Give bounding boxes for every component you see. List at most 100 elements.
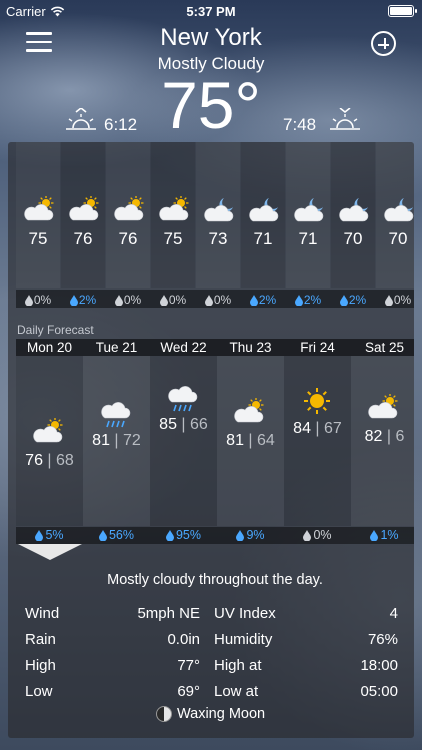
hourly-precip-value: 0% (168, 293, 187, 307)
hourly-item: 71 (286, 142, 330, 288)
daily-precip: 95% (150, 528, 217, 542)
daily-precip: 56% (83, 528, 150, 542)
hourly-icon (22, 195, 58, 221)
partly-cloudy-day-icon (159, 195, 189, 221)
hourly-icon (247, 196, 283, 222)
partly-cloudy-night-icon (294, 198, 324, 222)
day-summary: Mostly cloudy throughout the day. (107, 572, 323, 588)
hourly-item: 70 (331, 142, 375, 288)
daily-high-low: 76 | 68 (25, 452, 74, 469)
sun-icon (304, 388, 330, 414)
hourly-precip-value: 0% (123, 293, 142, 307)
daily-high-low: 81 | 64 (226, 432, 275, 449)
daily-icon (31, 417, 67, 448)
day-name: Wed 22 (160, 340, 207, 355)
raindrop-icon (98, 529, 107, 541)
daily-high: 84 (293, 420, 311, 437)
daily-icon (165, 382, 201, 412)
daily-high-low: 82 | 6 (364, 428, 405, 445)
hourly-temp: 75 (163, 229, 183, 248)
moon-phase: Waxing Moon (156, 706, 265, 722)
detail-value: 76% (367, 631, 398, 648)
selected-day-pointer (18, 544, 82, 560)
raindrop-icon (159, 294, 168, 306)
daily-item[interactable]: 82 | 6 (351, 356, 414, 526)
hourly-temp: 75 (28, 229, 48, 248)
partly-cloudy-night-icon (204, 198, 234, 222)
day-name: Tue 21 (95, 340, 138, 355)
detail-value: 5mph NE (137, 605, 200, 622)
daily-precip: 1% (351, 528, 414, 542)
sunrise-time: 6:12 (104, 115, 138, 134)
hourly-precip-value: 0% (393, 293, 412, 307)
detail-label: Low at (214, 683, 259, 700)
sunset-time: 7:48 (283, 115, 317, 134)
day-name: Thu 23 (229, 340, 272, 355)
hourly-icon (112, 195, 148, 221)
daily-low: 67 (324, 420, 342, 437)
partly-cloudy-day-icon (368, 393, 398, 419)
hourly-item: 70 (376, 142, 414, 288)
daily-forecast-label: Daily Forecast (17, 323, 94, 337)
detail-label: Humidity (214, 631, 273, 648)
raindrop-icon (69, 294, 78, 306)
hourly-icon (157, 195, 193, 221)
raindrop-icon (204, 294, 213, 306)
daily-high-low: 85 | 66 (159, 416, 208, 433)
day-name: Mon 20 (26, 340, 73, 355)
hourly-temp: 70 (388, 229, 408, 248)
hourly-icon (337, 196, 373, 222)
partly-cloudy-night-icon (249, 198, 279, 222)
hourly-icon (202, 196, 238, 222)
detail-value: 4 (389, 605, 398, 622)
daily-high: 76 (25, 452, 43, 469)
detail-value: 77° (177, 657, 200, 674)
hourly-temp: 73 (208, 229, 228, 248)
detail-label: UV Index (214, 605, 276, 622)
daily-high: 85 (159, 416, 177, 433)
daily-precip: 0% (284, 528, 351, 542)
daily-precip-value: 1% (380, 528, 399, 542)
partly-cloudy-day-icon (69, 195, 99, 221)
hourly-item: 73 (196, 142, 240, 288)
daily-precip-value: 95% (175, 528, 202, 542)
battery-icon (388, 5, 417, 17)
daily-low: 68 (56, 452, 74, 469)
rain-icon (168, 386, 198, 412)
status-time: 5:37 PM (186, 4, 236, 19)
moon-phase-label: Waxing Moon (177, 706, 266, 722)
daily-item[interactable]: 81 | 72 (83, 356, 150, 526)
detail-value: 05:00 (360, 683, 398, 700)
hourly-precip-value: 2% (78, 293, 97, 307)
daily-icon (232, 397, 268, 428)
hourly-precip-value: 0% (33, 293, 52, 307)
detail-label: Low (25, 683, 53, 700)
daily-low: 64 (257, 432, 275, 449)
rain-icon (101, 402, 131, 428)
detail-value: 0.0in (167, 631, 200, 648)
raindrop-icon (165, 529, 174, 541)
day-name: Fri 24 (300, 340, 335, 355)
daily-precip: 5% (16, 528, 83, 542)
raindrop-icon (236, 529, 245, 541)
daily-low: 66 (190, 416, 208, 433)
sunrise-icon (66, 108, 96, 130)
daily-item[interactable]: 81 | 64 (217, 356, 284, 526)
daily-icon (98, 398, 134, 428)
daily-low: 72 (123, 432, 141, 449)
partly-cloudy-night-icon (384, 198, 414, 222)
hourly-temp: 71 (253, 229, 273, 248)
raindrop-icon (303, 529, 312, 541)
daily-item[interactable]: 84 | 67 (284, 356, 351, 526)
hourly-item: 75 (16, 142, 60, 288)
hourly-icon (292, 196, 328, 222)
daily-item[interactable]: 76 | 68 (16, 356, 83, 526)
daily-item[interactable]: 85 | 66 (150, 356, 217, 526)
raindrop-icon (24, 294, 33, 306)
partly-cloudy-day-icon (234, 397, 264, 423)
daily-high-low: 84 | 67 (293, 420, 342, 437)
hourly-temp: 71 (298, 229, 318, 248)
daily-high: 82 (364, 428, 383, 445)
partly-cloudy-night-icon (339, 198, 369, 222)
daily-low: 6 (395, 428, 405, 445)
